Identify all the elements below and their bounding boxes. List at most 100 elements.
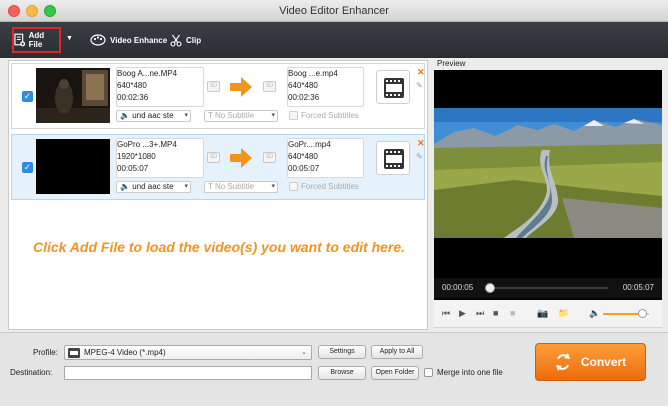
output-duration: 00:05:07 [288,164,320,173]
volume-slider[interactable] [603,309,649,318]
file-checkbox[interactable]: ✓ [22,162,33,173]
open-folder-button[interactable]: Open Folder [371,366,419,380]
audio-track-value: und aac ste [132,182,174,191]
previous-icon[interactable]: ⏮ [442,308,450,319]
output-3d-tag[interactable]: 3D [263,152,276,163]
text-icon: T [208,182,213,191]
clip-button[interactable]: Clip [170,27,201,53]
output-resolution: 640*480 [288,152,318,161]
apply-to-all-button[interactable]: Apply to All [371,345,423,359]
chevron-down-icon: ▾ [184,112,188,119]
audio-track-select[interactable]: 🔈 und aac ste ▾ [116,181,191,193]
play-icon[interactable]: ▶ [459,308,466,319]
convert-label: Convert [580,355,627,369]
subtitle-value: No Subtitle [214,111,255,120]
output-format-button[interactable] [376,141,410,175]
remove-file-icon[interactable]: ✕ [417,67,425,78]
add-file-button[interactable]: Add File [12,27,61,53]
mp4-format-icon [384,78,404,98]
edit-icon[interactable]: ✎ [416,152,423,161]
stop-icon[interactable]: ■ [493,308,498,318]
preview-frame [434,70,662,278]
output-info: GoPr....mp4 640*480 00:05:07 [288,139,362,179]
seek-slider[interactable] [485,283,608,293]
forced-subtitles-label: Forced Subtitles [301,182,359,191]
snapshot-icon[interactable]: 📷 [537,308,548,319]
profile-select[interactable]: MPEG-4 Video (*.mp4) ⌄ [64,345,312,360]
subtitle-value: No Subtitle [214,182,255,191]
forced-subtitles-box [289,111,298,120]
source-3d-tag[interactable]: 3D [207,152,220,163]
seek-handle[interactable] [485,283,496,293]
playback-controls: ⏮ ▶ ⏭ ■ ■ 📷 📁 🔈 [434,300,662,328]
remove-file-icon[interactable]: ✕ [417,138,425,149]
output-format-button[interactable] [376,70,410,104]
audio-track-select[interactable]: 🔈 und aac ste ▾ [116,110,191,122]
source-info: Boog A...ne.MP4 640*480 00:02:36 [117,68,201,108]
stop-disabled-icon: ■ [510,308,516,318]
volume-handle[interactable] [638,309,648,318]
chevron-down-icon: ▾ [184,183,188,190]
file-list: ✓ Boog A...ne.MP4 640*480 00:02:36 3D 3D… [8,60,428,330]
video-thumbnail [36,68,110,123]
chevron-down-icon: ▾ [271,112,275,119]
toolbar: Add File ▼ Video Enhance Clip [0,22,668,58]
preview-label: Preview [437,59,466,68]
palette-icon [90,34,106,46]
window-title: Video Editor Enhancer [279,5,389,17]
add-file-icon [14,33,26,47]
convert-button[interactable]: Convert [535,343,646,381]
merge-box [424,368,433,377]
output-3d-tag[interactable]: 3D [263,81,276,92]
subtitle-select[interactable]: T No Subtitle ▾ [204,110,278,122]
browse-button[interactable]: Browse [318,366,366,380]
file-item[interactable]: ✓ Boog A...ne.MP4 640*480 00:02:36 3D 3D… [11,63,425,129]
add-file-label: Add File [28,31,45,49]
fast-forward-icon[interactable]: ⏭ [476,308,484,319]
timeline-bar: 00:00:05 00:05:07 [434,278,662,298]
title-bar: Video Editor Enhancer [0,0,668,22]
forced-subtitles-checkbox[interactable]: Forced Subtitles [289,182,359,191]
preview-screen [434,70,662,300]
source-resolution: 1920*1080 [117,152,156,161]
add-file-dropdown-icon[interactable]: ▼ [66,35,73,42]
merge-checkbox[interactable]: Merge into one file [424,368,503,377]
profile-label: Profile: [33,348,58,357]
output-duration: 00:02:36 [288,93,320,102]
forced-subtitles-box [289,182,298,191]
destination-label: Destination: [10,368,53,377]
subtitle-select[interactable]: T No Subtitle ▾ [204,181,278,193]
folder-icon[interactable]: 📁 [558,308,569,319]
video-format-icon [68,347,80,358]
output-resolution: 640*480 [288,81,318,90]
output-filename: Boog ...e.mp4 [288,69,338,78]
edit-icon[interactable]: ✎ [416,81,423,90]
mp4-format-icon [384,149,404,169]
forced-subtitles-label: Forced Subtitles [301,111,359,120]
file-item[interactable]: ✓ GoPro ...3+.MP4 1920*1080 00:05:07 3D … [11,134,425,200]
clip-label: Clip [186,35,202,45]
volume-level [603,313,643,315]
chevron-down-icon: ▾ [271,183,275,190]
source-info: GoPro ...3+.MP4 1920*1080 00:05:07 [117,139,201,179]
convert-icon [555,353,570,371]
file-checkbox[interactable]: ✓ [22,91,33,102]
forced-subtitles-checkbox[interactable]: Forced Subtitles [289,111,359,120]
source-duration: 00:02:36 [117,93,149,102]
destination-input[interactable] [64,366,312,380]
profile-value: MPEG-4 Video (*.mp4) [84,348,166,357]
bottom-panel: Profile: MPEG-4 Video (*.mp4) ⌄ Settings… [0,332,668,406]
scissors-icon [170,34,182,47]
volume-icon[interactable]: 🔈 [589,308,600,319]
empty-hint: Click Add File to load the video(s) you … [32,239,406,255]
app-window: Video Editor Enhancer Add File ▼ Video E… [0,0,668,406]
total-time: 00:05:07 [622,283,654,292]
text-icon: T [208,111,213,120]
speaker-icon: 🔈 [120,182,130,191]
convert-arrow-icon [230,148,252,168]
video-enhance-button[interactable]: Video Enhance [90,27,167,53]
current-time: 00:00:05 [442,283,474,292]
speaker-icon: 🔈 [120,111,130,120]
settings-button[interactable]: Settings [318,345,366,359]
source-3d-tag[interactable]: 3D [207,81,220,92]
